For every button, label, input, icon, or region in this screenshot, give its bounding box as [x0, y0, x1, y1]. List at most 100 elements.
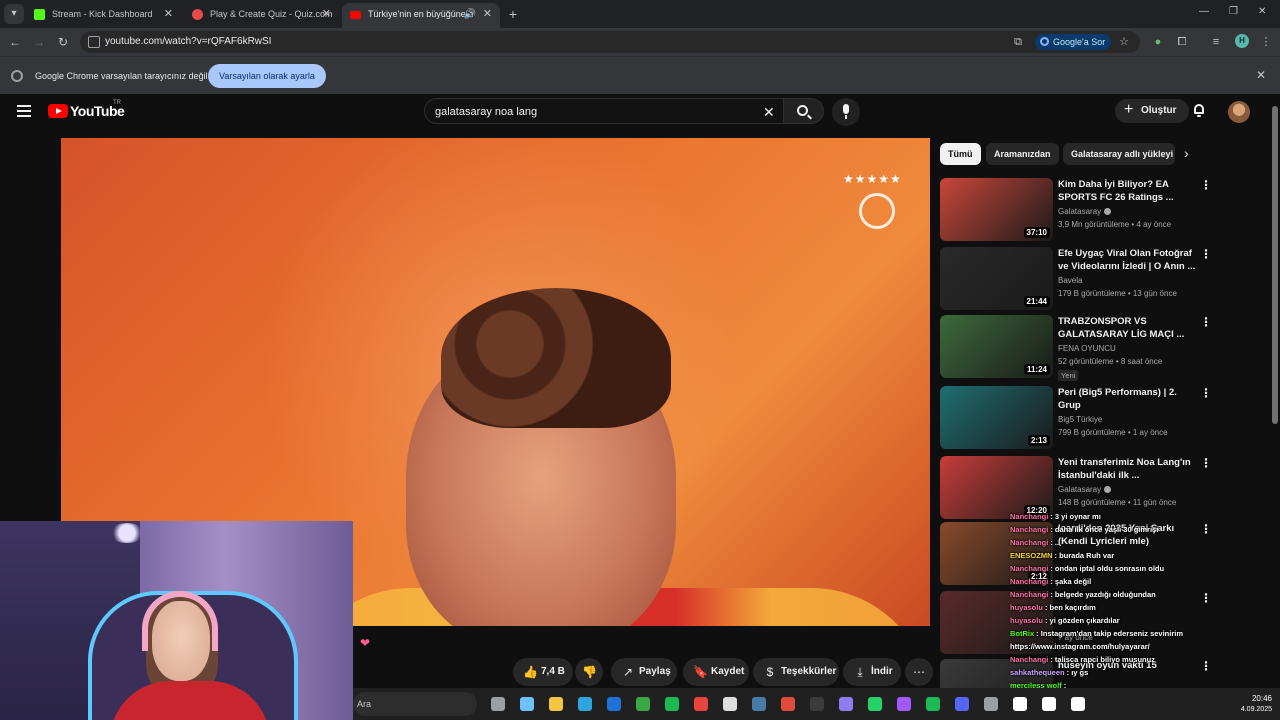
reading-list-icon[interactable]: ≡ [1208, 34, 1224, 50]
profile-avatar[interactable]: H [1235, 34, 1249, 48]
chat-username: Nanchangi [1010, 512, 1049, 521]
edge-icon[interactable] [578, 697, 592, 711]
window-close-icon[interactable]: ✕ [1258, 6, 1266, 17]
search-button[interactable] [784, 98, 824, 124]
notifications-bell-icon[interactable] [1192, 103, 1206, 117]
voice-search-icon[interactable] [832, 98, 860, 126]
recommendation-item[interactable]: 21:44 Efe Uygaç Viral Olan Fotoğraf ve Vi… [940, 247, 1215, 313]
restore-icon[interactable]: ❐ [1229, 6, 1238, 17]
create-button[interactable]: Oluştur [1115, 98, 1189, 123]
video-title[interactable]: Kim Daha İyi Biliyor? EA SPORTS FC 26 Ra… [1058, 178, 1196, 204]
tray-chevron-icon[interactable] [984, 697, 998, 711]
recommendation-item[interactable]: 11:24 TRABZONSPOR VS GALATASARAY LİG MAÇI… [940, 315, 1215, 381]
clock-time[interactable]: 20:46 [1238, 694, 1272, 703]
anydesk-icon[interactable] [781, 697, 795, 711]
spotify-tray-icon[interactable] [926, 697, 940, 711]
whatsapp-icon[interactable] [868, 697, 882, 711]
video-title[interactable]: Peri (Big5 Performans) | 2. Grup [1058, 386, 1196, 412]
bookmark-star-icon[interactable]: ☆ [1116, 34, 1132, 50]
video-thumbnail[interactable]: 21:44 [940, 247, 1053, 310]
video-thumbnail[interactable]: 2:13 [940, 386, 1053, 449]
back-icon[interactable]: ← [6, 33, 24, 51]
channel-name[interactable]: FENA OYUNCU [1058, 344, 1116, 353]
youtube-logo-icon[interactable] [48, 104, 68, 118]
download-button[interactable]: ⤓ İndir [843, 658, 901, 686]
minimize-icon[interactable]: — [1199, 6, 1209, 17]
channel-name[interactable]: Galatasaray [1058, 485, 1112, 494]
tab-close-icon[interactable]: ✕ [164, 3, 173, 26]
channel-name[interactable]: Galatasaray [1058, 207, 1112, 216]
install-app-icon[interactable]: ⧉ [1010, 34, 1026, 50]
taskbar-search[interactable]: Ara [353, 692, 477, 716]
like-button[interactable]: 👍 7,4 B [513, 658, 573, 686]
recommendation-item[interactable]: 37:10 Kim Daha İyi Biliyor? EA SPORTS FC … [940, 178, 1215, 244]
copilot-icon[interactable] [520, 697, 534, 711]
address-bar[interactable]: youtube.com/watch?v=rQFAF6kRwSI ⧉ Google… [80, 31, 1140, 53]
video-title[interactable]: Yeni transferimiz Noa Lang'ın İstanbul'd… [1058, 456, 1196, 482]
new-tab-button[interactable]: + [504, 5, 522, 23]
video-thumbnail[interactable]: 11:24 [940, 315, 1053, 378]
video-thumbnail[interactable]: 37:10 [940, 178, 1053, 241]
chip-uploader[interactable]: Galatasaray adlı yükleyi [1063, 143, 1175, 165]
more-vertical-icon[interactable]: ⋮ [1200, 178, 1212, 192]
reload-icon[interactable]: ↻ [54, 33, 72, 51]
file-explorer-icon[interactable] [549, 697, 563, 711]
epic-games-icon[interactable] [723, 697, 737, 711]
download-icon: ⤓ [857, 665, 863, 679]
region-code: TR [113, 100, 121, 106]
clear-search-icon[interactable]: ✕ [763, 99, 775, 125]
outlook-icon[interactable] [607, 697, 621, 711]
channel-name[interactable]: Big5 Türkiye [1058, 415, 1102, 424]
wifi-icon[interactable] [1013, 697, 1027, 711]
more-vertical-icon[interactable]: ⋮ [1200, 386, 1212, 400]
more-actions-button[interactable]: ⋯ [905, 658, 933, 686]
infobar-close-icon[interactable]: ✕ [1256, 68, 1266, 82]
tab-search-button[interactable]: ▾ [4, 4, 24, 24]
chevron-right-icon[interactable]: › [1184, 145, 1189, 161]
clock-date[interactable]: 4.09.2025 [1226, 706, 1272, 713]
video-thumbnail[interactable]: 12:20 [940, 456, 1053, 519]
more-vertical-icon[interactable]: ⋮ [1200, 315, 1212, 329]
thanks-button[interactable]: $ Teşekkürler [753, 658, 839, 686]
more-vertical-icon[interactable]: ⋮ [1200, 247, 1212, 261]
spotify-icon[interactable] [665, 697, 679, 711]
dislike-button[interactable]: 👎 [575, 658, 603, 686]
chrome-icon[interactable] [694, 697, 708, 711]
search-input[interactable]: galatasaray noa lang ✕ [424, 98, 784, 124]
volume-icon[interactable] [1042, 697, 1056, 711]
chrome-menu-icon[interactable]: ⋮ [1258, 34, 1274, 50]
video-title[interactable]: TRABZONSPOR VS GALATASARAY LİG MAÇI ... [1058, 315, 1196, 341]
extensions-puzzle-icon[interactable]: ⧠ [1174, 34, 1190, 50]
forward-icon[interactable]: → [30, 33, 48, 51]
task-view-icon[interactable] [491, 697, 505, 711]
extension-icon[interactable]: ● [1150, 34, 1166, 50]
set-default-button[interactable]: Varsayılan olarak ayarla [208, 64, 326, 88]
browser-tab-quiz[interactable]: Play & Create Quiz - Quiz.com ✕ [184, 3, 339, 28]
discord-icon[interactable] [955, 697, 969, 711]
share-button[interactable]: ↗ Paylaş [611, 658, 677, 686]
channel-name[interactable]: Bavela [1058, 276, 1082, 285]
tab-close-icon[interactable]: ✕ [483, 3, 492, 26]
media-icon[interactable] [839, 697, 853, 711]
steam-icon[interactable] [752, 697, 766, 711]
xbox-icon[interactable] [636, 697, 650, 711]
account-avatar[interactable] [1228, 101, 1250, 123]
tab-close-icon[interactable]: ✕ [322, 3, 331, 26]
battery-icon[interactable] [1071, 697, 1085, 711]
video-title[interactable]: Efe Uygaç Viral Olan Fotoğraf ve Videola… [1058, 247, 1196, 273]
save-button[interactable]: 🔖 Kaydet [683, 658, 749, 686]
ask-google-button[interactable]: Google'a Sor [1035, 34, 1112, 50]
more-vertical-icon[interactable]: ⋮ [1200, 456, 1212, 470]
browser-tab-youtube[interactable]: Türkiye'nin en büyüğüne h 🔊 ✕ [342, 3, 500, 28]
chip-from-search[interactable]: Aramanızdan [986, 143, 1059, 165]
speaker-icon[interactable]: 🔊 [464, 3, 476, 26]
obs-icon[interactable] [810, 697, 824, 711]
scrollbar-thumb[interactable] [1272, 106, 1278, 424]
browser-tab-kick[interactable]: Stream - Kick Dashboard ✕ [26, 3, 181, 28]
figma-icon[interactable] [897, 697, 911, 711]
chat-message: https://www.instagram.com/hulyayarar/ [1010, 642, 1280, 652]
menu-icon[interactable] [17, 105, 31, 117]
chip-all[interactable]: Tümü [940, 143, 981, 165]
site-info-icon[interactable] [88, 36, 100, 48]
recommendation-item[interactable]: 2:13 Peri (Big5 Performans) | 2. Grup Big5… [940, 386, 1215, 452]
